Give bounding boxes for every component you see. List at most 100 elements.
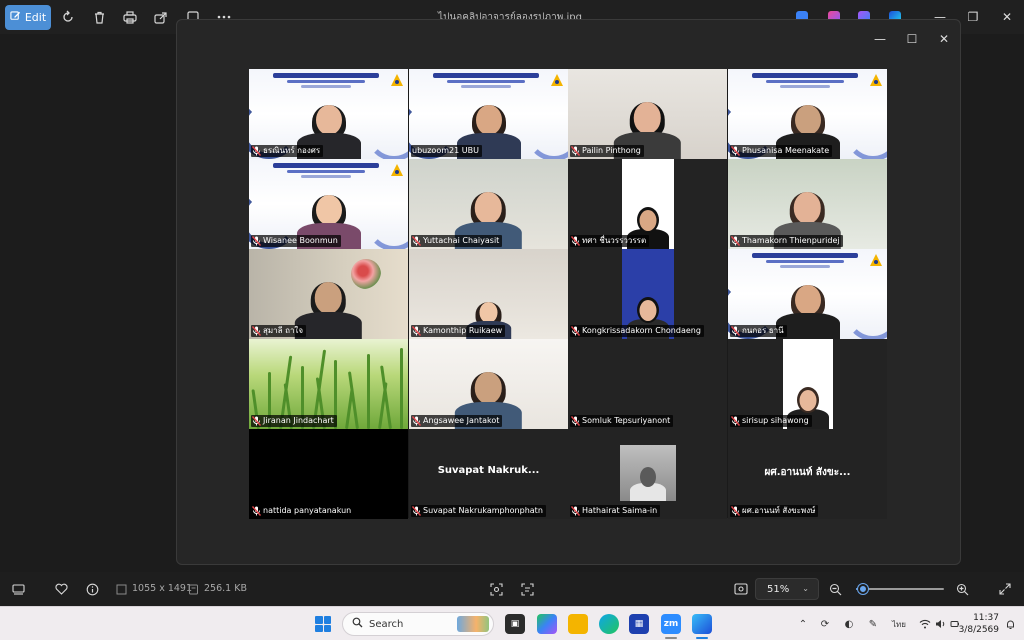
visual-search-icon[interactable] [489,582,503,596]
clock-time: 11:37 [973,613,999,623]
mic-muted-icon [731,326,740,336]
participant-name: nattida panyatanakun [263,506,352,515]
participant-tile: Kongkrissadakorn Chondaeng [568,249,727,339]
event-banner [267,161,385,181]
search-highlight-image [457,616,489,632]
viewer-maximize-icon[interactable]: ☐ [905,32,919,46]
restore-icon[interactable]: ❐ [965,9,981,25]
volume-icon[interactable] [934,617,948,631]
participant-name: Jiranan Jindachart [263,416,334,425]
task-view-icon[interactable]: ▣ [505,614,525,634]
participant-tile: sirisup sihawong [728,339,887,429]
event-banner [427,71,545,91]
rotate-icon[interactable] [59,8,77,26]
share-icon[interactable] [152,8,170,26]
zoom-gallery-image: ธรณินทร์ กองศร ubuzoom21 UBU Pailin Pint… [249,69,887,519]
participant-name: Kongkrissadakorn Chondaeng [582,326,701,335]
security-icon[interactable]: ◐ [842,617,856,631]
viewer-close-icon[interactable]: ✕ [937,32,951,46]
edit-button[interactable]: Edit [5,5,51,30]
participant-name: ubuzoom21 UBU [412,146,479,155]
sync-icon[interactable]: ⟳ [818,617,832,631]
zoom-in-icon[interactable] [955,582,969,596]
participant-display-name: Suvapat Nakruk... [437,465,540,476]
search-placeholder: Search [369,618,404,630]
participant-name-tag: Kamonthip Ruikaew [411,325,506,337]
zoom-out-icon[interactable] [828,582,842,596]
filesize-icon [186,582,200,596]
info-icon[interactable] [85,582,99,596]
participant-tile: nattida panyatanakun [249,429,408,519]
windows-taskbar: Search ▣ ▦ zm ⌃ ⟳ ◐ ✎ ไทย 11:37 3/8/2569 [0,606,1024,640]
image-dimensions: 1055 x 1491 [132,583,193,594]
participant-name-tag: Angsawee Jantakot [411,415,503,427]
photos-app-icon[interactable] [692,614,712,634]
university-logo [870,254,882,266]
filmstrip-icon[interactable] [11,582,25,596]
mic-muted-icon [731,236,740,246]
participant-name: sirisup sihawong [742,416,809,425]
close-icon[interactable]: ✕ [999,9,1015,25]
wifi-icon[interactable] [918,617,932,631]
zoom-slider[interactable] [856,584,944,594]
edit-label: Edit [24,11,47,24]
fullscreen-icon[interactable] [998,582,1012,596]
photos-active-indicator [696,637,708,639]
university-logo [870,74,882,86]
info-bar: 1055 x 1491 256.1 KB 51% ⌄ [0,572,1024,606]
store-icon[interactable]: ▦ [629,614,649,634]
language-indicator[interactable]: ไทย [888,617,910,631]
university-logo [391,74,403,86]
participant-tile: ทศา ชื่นวรรววรรต [568,159,727,249]
mic-muted-icon [571,146,580,156]
participant-name-tag: Jiranan Jindachart [251,415,337,427]
participant-tile: Thamakorn Thienpuridej [728,159,887,249]
taskbar-search[interactable]: Search [342,612,494,636]
participant-name: Wisanee Boonmun [263,236,338,245]
mic-muted-icon [252,326,261,336]
viewer-minimize-icon[interactable]: — [873,32,887,46]
pen-icon[interactable]: ✎ [866,617,880,631]
participant-name: Suvapat Nakrukamphonphatn [423,506,543,515]
grass-blade [400,348,403,429]
file-size: 256.1 KB [204,583,247,594]
mic-muted-icon [571,416,580,426]
participant-name: Yuttachai Chaiyasit [423,236,500,245]
participant-name-tag: ubuzoom21 UBU [411,145,482,157]
participant-name-tag: ผศ.อานนท์ สังขะพงษ์ [730,505,819,517]
file-explorer-icon[interactable] [568,614,588,634]
participant-name: ธรณินทร์ กองศร [263,146,321,155]
mic-muted-icon [252,416,261,426]
participant-tile: Pailin Pinthong [568,69,727,159]
participant-name-tag: ธรณินทร์ กองศร [251,145,324,157]
mic-muted-icon [731,146,740,156]
favorite-icon[interactable] [54,582,68,596]
participant-display-name: ผศ.อานนท์ สังขะ... [764,467,851,478]
university-logo [551,74,563,86]
participant-tile: Kamonthip Ruikaew [409,249,568,339]
trash-icon[interactable] [90,8,108,26]
participant-name: Phusanisa Meenakate [742,146,830,155]
zoom-level-select[interactable]: 51% ⌄ [755,578,819,600]
profile-picture [619,445,676,501]
participant-tile: Wisanee Boonmun [249,159,408,249]
mic-muted-icon [252,506,261,516]
chevron-down-icon: ⌄ [802,584,809,593]
participant-name: Pailin Pinthong [582,146,641,155]
zoom-level-value: 51% [767,583,790,595]
zoom-app-icon[interactable]: zm [661,614,681,634]
notification-icon[interactable] [1003,617,1017,631]
fit-to-window-icon[interactable] [734,582,748,596]
event-banner [746,251,864,271]
chevron-up-icon[interactable]: ⌃ [796,617,810,631]
zoom-slider-thumb[interactable] [858,584,869,594]
copilot-icon[interactable] [537,614,557,634]
participant-name-tag: ทศา ชื่นวรรววรรต [570,235,650,247]
print-icon[interactable] [121,8,139,26]
clock[interactable]: 11:37 3/8/2569 [955,612,999,636]
edge-icon[interactable] [599,614,619,634]
participant-name: Hathairat Saima-in [582,506,658,515]
start-icon[interactable] [315,616,331,632]
participant-name-tag: Wisanee Boonmun [251,235,341,247]
text-scan-icon[interactable] [520,582,534,596]
